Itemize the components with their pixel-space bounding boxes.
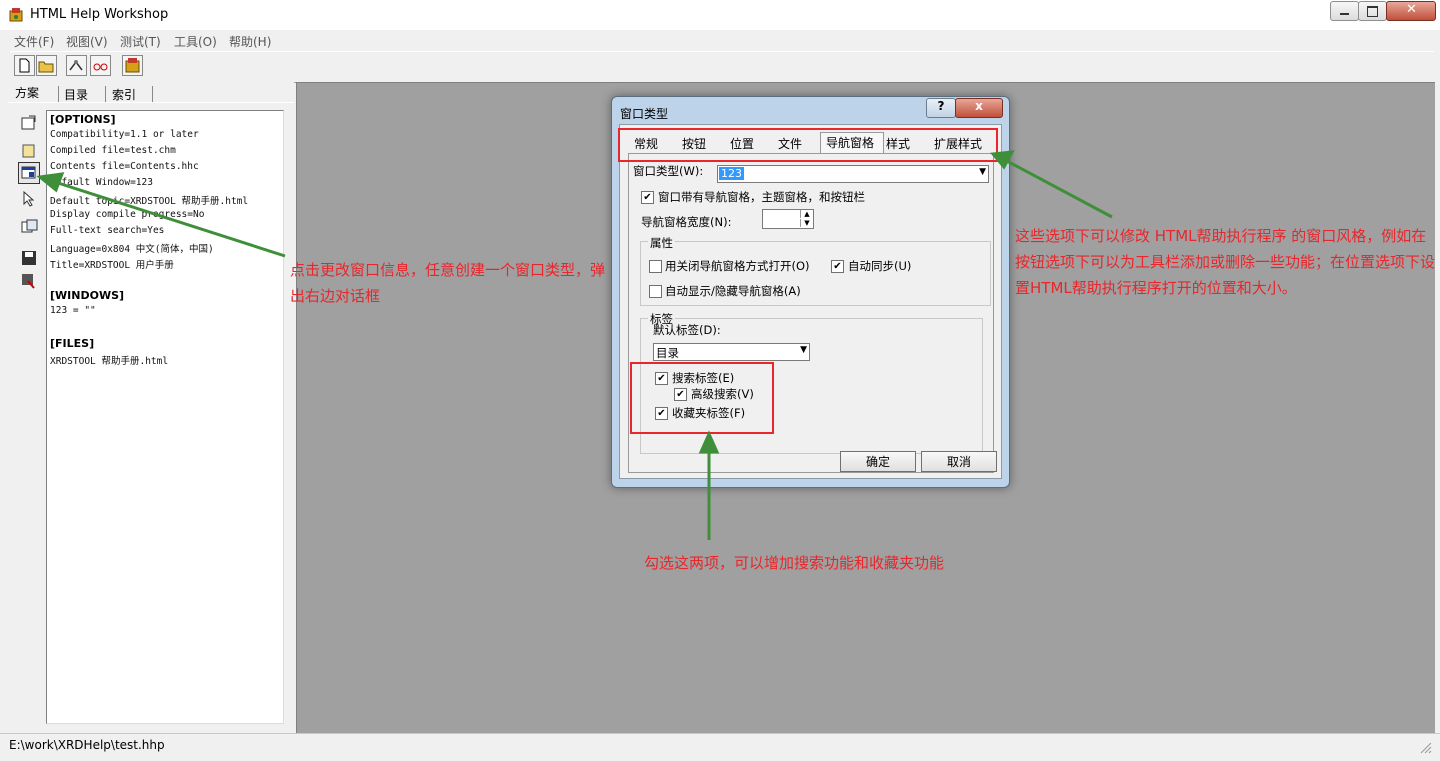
annotation-right: 这些选项下可以修改 HTML帮助执行程序 的窗口风格，例如在按钮选项下可以为工具… [1015, 227, 1436, 297]
arrowhead-left [36, 172, 65, 193]
annotation-arrows [36, 150, 1113, 540]
arrow-to-tabs [1004, 158, 1113, 219]
annotation-bottom: 勾选这两项，可以增加搜索功能和收藏夹功能 [644, 554, 945, 572]
arrowhead-right [990, 150, 1015, 170]
annotation-left: 点击更改窗口信息，任意创建一个窗口类型，弹出右边对话框 [290, 261, 606, 305]
arrowhead-bottom [698, 430, 720, 454]
arrow-to-window-button [54, 180, 286, 258]
